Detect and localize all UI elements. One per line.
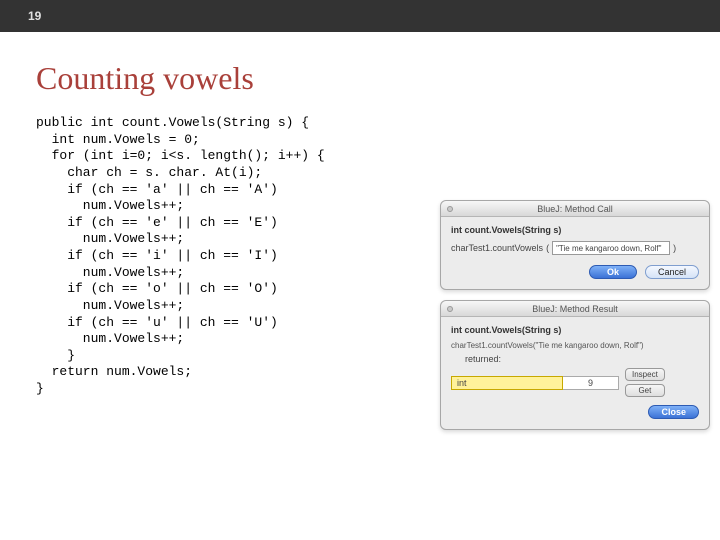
- result-line: int 9 Inspect Get: [451, 368, 699, 405]
- dialog-body: int count.Vowels(String s) charTest1.cou…: [441, 317, 709, 429]
- method-call-dialog: BlueJ: Method Call int count.Vowels(Stri…: [440, 200, 710, 290]
- argument-input[interactable]: "Tie me kangaroo down, Rolf": [552, 241, 670, 255]
- dialog-titlebar: BlueJ: Method Call: [441, 201, 709, 217]
- invocation-prefix: charTest1.countVowels: [451, 243, 543, 253]
- result-signature: int count.Vowels(String s): [451, 325, 699, 335]
- call-line: charTest1.countVowels("Tie me kangaroo d…: [451, 341, 699, 350]
- side-buttons: Inspect Get: [619, 368, 665, 397]
- open-paren: (: [546, 243, 549, 253]
- method-result-dialog: BlueJ: Method Result int count.Vowels(St…: [440, 300, 710, 430]
- result-row: int 9: [451, 376, 619, 390]
- get-button[interactable]: Get: [625, 384, 665, 397]
- cancel-button[interactable]: Cancel: [645, 265, 699, 279]
- ok-button[interactable]: Ok: [589, 265, 637, 279]
- slide-title: Counting vowels: [36, 60, 720, 97]
- slide-header: 19: [0, 0, 720, 32]
- close-row: Close: [451, 405, 699, 419]
- method-signature: int count.Vowels(String s): [451, 225, 699, 235]
- call-row: charTest1.countVowels ( "Tie me kangaroo…: [451, 241, 699, 255]
- dialog-stack: BlueJ: Method Call int count.Vowels(Stri…: [440, 200, 710, 440]
- code-block: public int count.Vowels(String s) { int …: [36, 115, 325, 398]
- inspect-button[interactable]: Inspect: [625, 368, 665, 381]
- result-value-cell: 9: [563, 376, 619, 390]
- result-type-cell: int: [451, 376, 563, 390]
- dialog-title-text: BlueJ: Method Result: [441, 304, 709, 314]
- dialog-titlebar: BlueJ: Method Result: [441, 301, 709, 317]
- close-button[interactable]: Close: [648, 405, 699, 419]
- dialog-title-text: BlueJ: Method Call: [441, 204, 709, 214]
- button-row: Ok Cancel: [451, 265, 699, 279]
- dialog-body: int count.Vowels(String s) charTest1.cou…: [441, 217, 709, 289]
- close-paren: ): [673, 243, 676, 253]
- returned-label: returned:: [465, 354, 699, 364]
- page-number: 19: [28, 9, 41, 23]
